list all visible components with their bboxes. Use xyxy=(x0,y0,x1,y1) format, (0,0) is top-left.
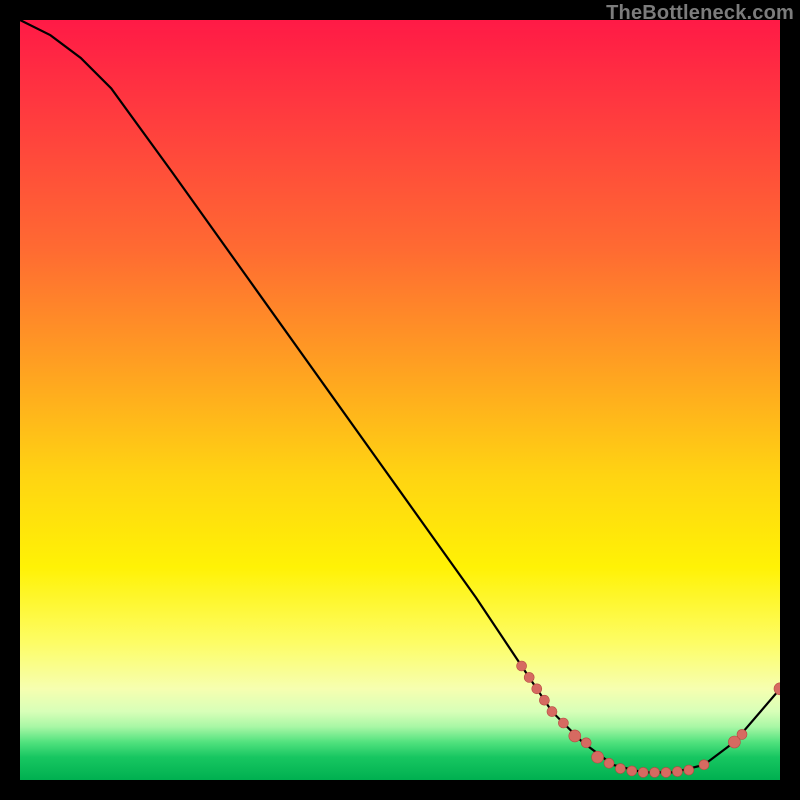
data-marker xyxy=(592,751,604,763)
data-marker xyxy=(699,760,709,770)
data-marker xyxy=(604,758,614,768)
marker-group xyxy=(517,661,780,777)
data-marker xyxy=(650,767,660,777)
data-marker xyxy=(581,738,591,748)
data-marker xyxy=(558,718,568,728)
data-marker xyxy=(569,730,581,742)
chart-frame: TheBottleneck.com xyxy=(0,0,800,800)
data-marker xyxy=(524,672,534,682)
bottleneck-curve xyxy=(20,20,780,772)
data-marker xyxy=(517,661,527,671)
data-marker xyxy=(627,766,637,776)
data-marker xyxy=(532,684,542,694)
plot-area xyxy=(20,20,780,780)
data-marker xyxy=(684,765,694,775)
data-marker xyxy=(539,695,549,705)
data-marker xyxy=(638,767,648,777)
data-marker xyxy=(774,683,780,695)
data-marker xyxy=(661,767,671,777)
data-marker xyxy=(737,729,747,739)
data-marker xyxy=(547,707,557,717)
watermark-text: TheBottleneck.com xyxy=(606,2,794,25)
chart-svg xyxy=(20,20,780,780)
data-marker xyxy=(615,764,625,774)
data-marker xyxy=(672,767,682,777)
